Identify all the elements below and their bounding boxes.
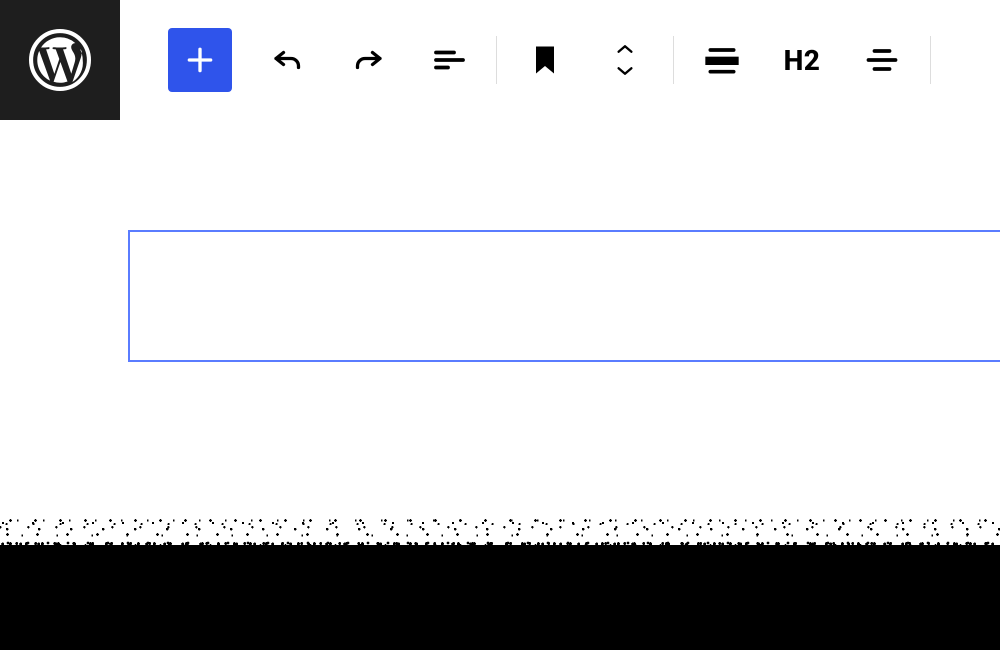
toolbar-divider xyxy=(496,36,497,84)
undo-icon xyxy=(270,42,306,78)
page-footer-region xyxy=(0,545,1000,650)
chevron-down-icon[interactable] xyxy=(614,64,636,78)
redo-button[interactable] xyxy=(328,28,408,92)
editor-toolbar: H2 xyxy=(120,0,939,120)
block-type-button[interactable] xyxy=(505,28,585,92)
document-outline-button[interactable] xyxy=(408,28,488,92)
plus-icon xyxy=(184,44,216,76)
bookmark-icon xyxy=(527,42,563,78)
align-button[interactable] xyxy=(682,28,762,92)
chevron-up-icon[interactable] xyxy=(614,42,636,56)
add-block-button[interactable] xyxy=(168,28,232,92)
block-movers xyxy=(585,28,665,92)
wordpress-logo-button[interactable] xyxy=(0,0,120,120)
toolbar-divider xyxy=(673,36,674,84)
selected-heading-block[interactable] xyxy=(128,230,1000,362)
heading-level-label: H2 xyxy=(784,44,821,77)
heading-level-button[interactable]: H2 xyxy=(762,28,842,92)
wordpress-icon xyxy=(29,29,91,91)
align-center-icon xyxy=(864,42,900,78)
editor-topbar: H2 xyxy=(0,0,1000,120)
document-outline-icon xyxy=(430,42,466,78)
align-wide-icon xyxy=(702,40,742,80)
redo-icon xyxy=(350,42,386,78)
undo-button[interactable] xyxy=(248,28,328,92)
text-align-button[interactable] xyxy=(842,28,922,92)
toolbar-divider xyxy=(930,36,931,84)
editor-canvas[interactable] xyxy=(0,120,1000,650)
